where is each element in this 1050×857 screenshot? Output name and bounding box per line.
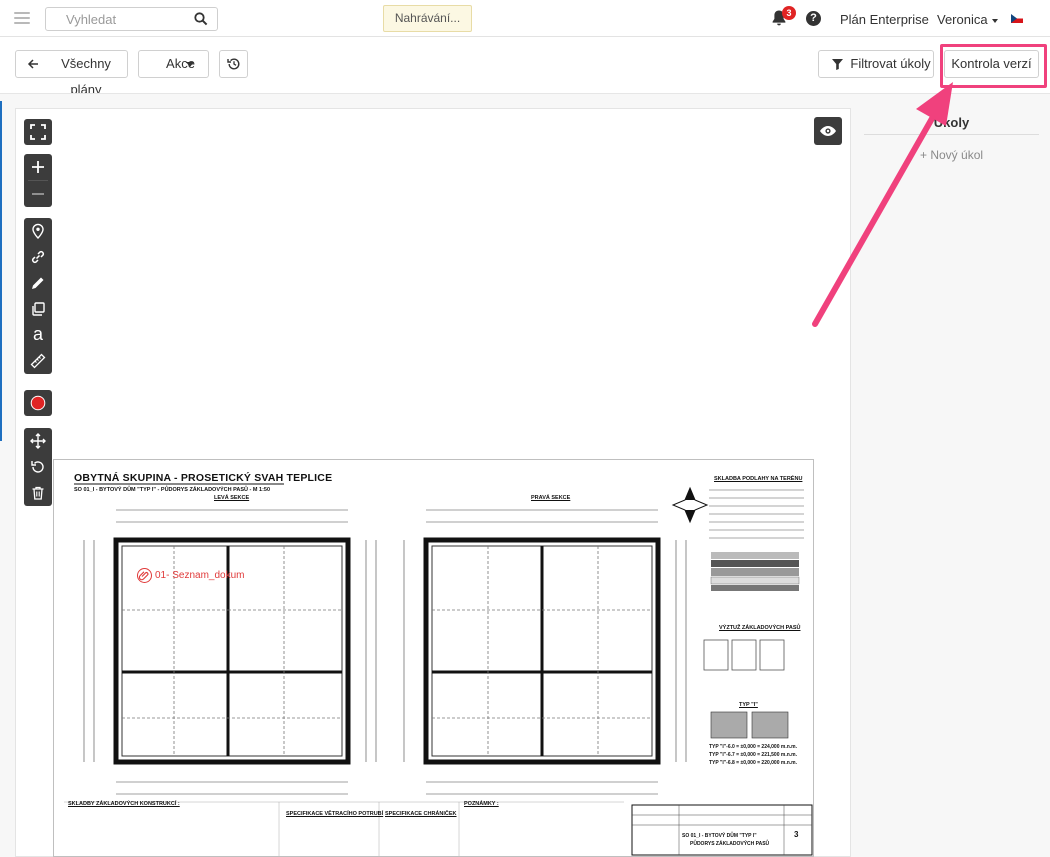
rotate-icon bbox=[31, 461, 44, 473]
notification-badge: 3 bbox=[782, 6, 796, 20]
cz-flag-icon[interactable] bbox=[1011, 14, 1023, 23]
left-section-label: LEVÁ SEKCE bbox=[214, 495, 250, 501]
zoom-in-icon bbox=[32, 161, 44, 173]
drawing-title: OBYTNÁ SKUPINA - PROSETICKÝ SVAH TEPLICE bbox=[74, 472, 333, 484]
copy-icon bbox=[32, 302, 45, 316]
history-button[interactable] bbox=[219, 50, 248, 78]
link-icon bbox=[31, 250, 45, 264]
text-tool[interactable]: a bbox=[24, 322, 52, 348]
ruler-icon bbox=[30, 353, 46, 369]
ventilation-title: SPECIFIKACE VĚTRACÍHO POTRUBÍ bbox=[286, 811, 384, 817]
drawing-subtitle: SO 01_I - BYTOVÝ DŮM "TYP I" - PŮDORYS Z… bbox=[74, 487, 271, 493]
zoom-out-icon bbox=[32, 193, 44, 195]
zoom-tool-group bbox=[24, 154, 52, 207]
user-name: Veronica bbox=[937, 12, 988, 27]
titleblock-subheading: PŮDORYS ZÁKLADOVÝCH PASŮ bbox=[690, 841, 770, 847]
record-tool-group bbox=[24, 390, 52, 416]
right-section-label: PRAVÁ SEKCE bbox=[531, 495, 571, 501]
version-check-button[interactable]: Kontrola verzí bbox=[944, 50, 1039, 78]
annotation-tool-group: a bbox=[24, 218, 52, 374]
height-line-2: TYP "I"-6.7 = ±0,000 = 221,500 m.n.m. bbox=[709, 752, 797, 758]
all-plans-label: Všechny plány bbox=[61, 56, 111, 97]
move-icon bbox=[30, 433, 46, 449]
chevron-down-icon bbox=[991, 18, 998, 23]
plan-drawing[interactable]: OBYTNÁ SKUPINA - PROSETICKÝ SVAH TEPLICE… bbox=[53, 459, 814, 857]
pencil-tool[interactable] bbox=[24, 270, 52, 296]
user-menu[interactable]: Veronica bbox=[937, 12, 998, 27]
copy-tool[interactable] bbox=[24, 296, 52, 322]
type-label: TYP "I" bbox=[739, 702, 758, 708]
document-pin-label: 01- Seznam_dokum bbox=[155, 570, 245, 581]
sheet-number: 3 bbox=[794, 830, 799, 839]
height-line-1: TYP "I"-6.0 = ±0,000 = 224,000 m.n.m. bbox=[709, 744, 797, 750]
fullscreen-tool-group bbox=[24, 119, 52, 145]
tasks-panel-divider bbox=[864, 134, 1039, 135]
move-tool[interactable] bbox=[24, 428, 52, 454]
version-check-label: Kontrola verzí bbox=[951, 56, 1032, 71]
hamburger-menu-icon[interactable] bbox=[14, 12, 30, 24]
protector-title: SPECIFIKACE CHRÁNIČEK bbox=[385, 811, 457, 817]
floor-plan-graphic bbox=[64, 483, 813, 856]
record-button[interactable] bbox=[24, 390, 52, 416]
pin-tool[interactable] bbox=[24, 218, 52, 244]
search-icon[interactable] bbox=[194, 12, 208, 26]
composition-title: SKLADBY ZÁKLADOVÝCH KONSTRUKCÍ : bbox=[68, 801, 180, 807]
notes-title: POZNÁMKY : bbox=[464, 801, 499, 807]
filter-tasks-label: Filtrovat úkoly bbox=[850, 56, 931, 71]
floor-legend-title: SKLADBA PODLAHY NA TERÉNU bbox=[714, 476, 803, 482]
actions-dropdown[interactable]: Akce bbox=[138, 50, 209, 78]
record-icon bbox=[30, 395, 46, 411]
pencil-icon bbox=[32, 277, 44, 289]
height-line-3: TYP "I"-6.8 = ±0,000 = 220,000 m.n.m. bbox=[709, 760, 797, 766]
help-icon[interactable]: ? bbox=[806, 11, 821, 26]
visibility-toggle[interactable] bbox=[814, 117, 842, 145]
left-accent-bar bbox=[0, 101, 2, 441]
measure-tool[interactable] bbox=[24, 348, 52, 374]
zoom-in-button[interactable] bbox=[24, 154, 52, 180]
upload-status: Nahrávání... bbox=[383, 5, 472, 32]
filter-tasks-button[interactable]: Filtrovat úkoly bbox=[818, 50, 934, 78]
trash-icon bbox=[32, 486, 44, 500]
search-box bbox=[45, 7, 218, 31]
plan-link[interactable]: Plán Enterprise bbox=[840, 12, 929, 27]
paperclip-icon bbox=[137, 568, 152, 583]
top-bar: Nahrávání... 3 ? Plán Enterprise Veronic… bbox=[0, 0, 1050, 37]
titleblock-heading: SO 01_I - BYTOVÝ DŮM "TYP I" bbox=[682, 833, 757, 839]
new-task-link[interactable]: + Nový úkol bbox=[920, 148, 983, 162]
delete-tool[interactable] bbox=[24, 480, 52, 506]
fullscreen-button[interactable] bbox=[24, 119, 52, 145]
arrow-left-icon bbox=[27, 59, 38, 69]
fullscreen-icon bbox=[30, 124, 46, 140]
search-input[interactable] bbox=[46, 8, 186, 30]
all-plans-button[interactable]: Všechny plány bbox=[15, 50, 128, 97]
reinforcement-title: VÝZTUŽ ZÁKLADOVÝCH PASŮ bbox=[719, 625, 801, 631]
text-tool-label: a bbox=[32, 324, 43, 344]
edit-tool-group bbox=[24, 428, 52, 506]
link-tool[interactable] bbox=[24, 244, 52, 270]
tasks-panel-title: Úkoly bbox=[933, 115, 970, 130]
caret-down-icon bbox=[186, 62, 194, 67]
map-pin-icon bbox=[32, 223, 44, 239]
filter-icon bbox=[832, 59, 843, 70]
history-icon bbox=[227, 58, 240, 70]
zoom-out-button[interactable] bbox=[24, 181, 52, 207]
rotate-tool[interactable] bbox=[24, 454, 52, 480]
eye-icon bbox=[820, 126, 836, 136]
